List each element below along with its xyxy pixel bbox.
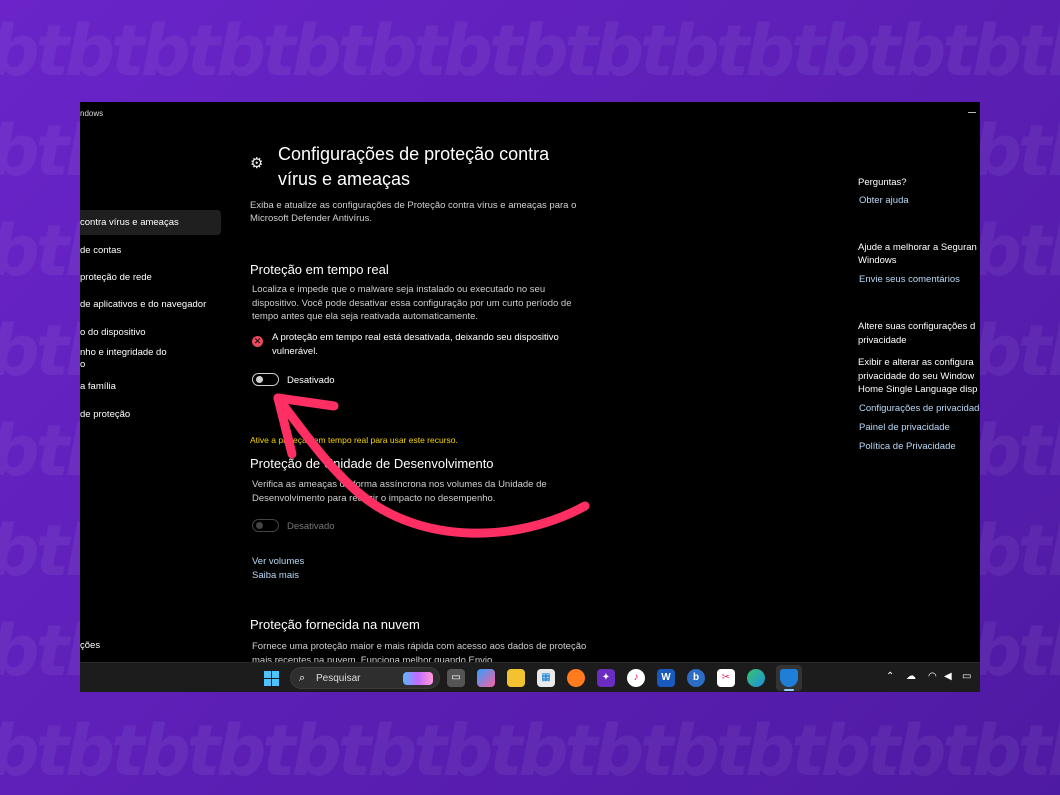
privacy-desc-1: Exibir e alterar as configura: [858, 357, 974, 368]
taskbar-search[interactable]: ⌕ Pesquisar: [290, 667, 440, 689]
sidebar-item-app-browser[interactable]: de aplicativos e do navegador: [80, 299, 221, 311]
error-icon: ✕: [252, 336, 263, 347]
privacy-settings-link[interactable]: Configurações de privacidade: [859, 403, 980, 414]
realtime-section-title: Proteção em tempo real: [250, 262, 389, 277]
questions-heading: Perguntas?: [858, 177, 907, 188]
cloud-section-title: Proteção fornecida na nuvem: [250, 617, 420, 632]
sidebar-nav: contra vírus e ameaças de contas proteçã…: [80, 102, 225, 662]
windows-security-shield-icon[interactable]: [780, 669, 798, 687]
active-indicator: [784, 689, 794, 691]
realtime-description: Localiza e impede que o malware seja ins…: [252, 284, 572, 322]
copilot-icon[interactable]: [477, 669, 495, 687]
microsoft-store-icon[interactable]: ▦: [537, 669, 555, 687]
highlight-arrow: [273, 393, 590, 538]
sidebar-item-settings[interactable]: ções: [80, 640, 100, 651]
word-icon[interactable]: W: [657, 669, 675, 687]
minimize-button[interactable]: [968, 112, 976, 113]
affinity-icon[interactable]: ✦: [597, 669, 615, 687]
sidebar-item-device-security[interactable]: o do dispositivo: [80, 327, 221, 339]
sidebar-item-device-performance[interactable]: nho e integridade do o: [80, 347, 221, 371]
edge-icon[interactable]: [747, 669, 765, 687]
sidebar-item-label: a família: [80, 381, 116, 392]
privacy-heading-1: Altere suas configurações d: [858, 321, 976, 332]
privacy-desc-3: Home Single Language disp: [858, 384, 978, 395]
feedback-link[interactable]: Envie seus comentários: [859, 274, 960, 285]
privacy-heading-2: privacidade: [858, 335, 907, 346]
file-explorer-icon[interactable]: [507, 669, 525, 687]
wifi-icon[interactable]: ◠: [928, 671, 937, 682]
sidebar-item-label: contra vírus e ameaças: [80, 217, 179, 228]
cloud-icon[interactable]: ☁: [906, 671, 916, 682]
improve-heading-1: Ajude a melhorar a Seguran: [858, 242, 977, 253]
gears-icon: ⚙: [250, 155, 264, 172]
privacy-desc-2: privacidade do seu Window: [858, 371, 975, 382]
view-volumes-link[interactable]: Ver volumes: [252, 556, 304, 567]
warning-text: A proteção em tempo real está desativada…: [272, 332, 559, 357]
search-highlight-icon: [403, 672, 433, 685]
sidebar-item-protection-history[interactable]: de proteção: [80, 409, 221, 421]
edge-dev-icon[interactable]: b: [687, 669, 705, 687]
sidebar-item-label: o: [80, 359, 86, 370]
sidebar-item-label: de proteção: [80, 409, 131, 420]
itunes-icon[interactable]: ♪: [627, 669, 645, 687]
improve-heading-2: Windows: [858, 255, 897, 266]
sidebar-item-label: proteção de rede: [80, 272, 152, 283]
page-title: Configurações de proteção contra vírus e…: [278, 144, 550, 189]
volume-icon[interactable]: ◀: [944, 671, 952, 682]
sidebar-item-label: nho e integridade do: [80, 347, 167, 358]
privacy-policy-link[interactable]: Política de Privacidade: [859, 441, 956, 452]
sidebar-item-firewall[interactable]: proteção de rede: [80, 272, 221, 284]
learn-more-link[interactable]: Saiba mais: [252, 570, 299, 581]
get-help-link[interactable]: Obter ajuda: [859, 195, 909, 206]
sidebar-item-label: o do dispositivo: [80, 327, 146, 338]
page-description: Exiba e atualize as configurações de Pro…: [250, 200, 577, 224]
sidebar-item-virus-protection[interactable]: contra vírus e ameaças: [80, 210, 221, 235]
sidebar-item-family[interactable]: a família: [80, 381, 221, 393]
search-placeholder: Pesquisar: [316, 673, 361, 684]
snip-icon[interactable]: ✂: [717, 669, 735, 687]
search-icon: ⌕: [299, 672, 306, 684]
windows-start-icon[interactable]: [264, 671, 279, 686]
task-view-icon[interactable]: ▭: [447, 669, 465, 687]
taskbar: ⌕ Pesquisar ▭ ▦ ✦ ♪ W b ✂ ⌃ ☁ ◠ ◀ ▭: [80, 662, 980, 692]
battery-icon[interactable]: ▭: [962, 671, 971, 682]
firefox-icon[interactable]: [567, 669, 585, 687]
sidebar-item-label: de contas: [80, 245, 122, 256]
chevron-up-icon[interactable]: ⌃: [886, 671, 894, 682]
sidebar-item-account[interactable]: de contas: [80, 245, 221, 257]
windows-security-window: ndows contra vírus e ameaças de contas p…: [80, 102, 980, 692]
privacy-dashboard-link[interactable]: Painel de privacidade: [859, 422, 950, 433]
sidebar-item-label: de aplicativos e do navegador: [80, 299, 207, 310]
